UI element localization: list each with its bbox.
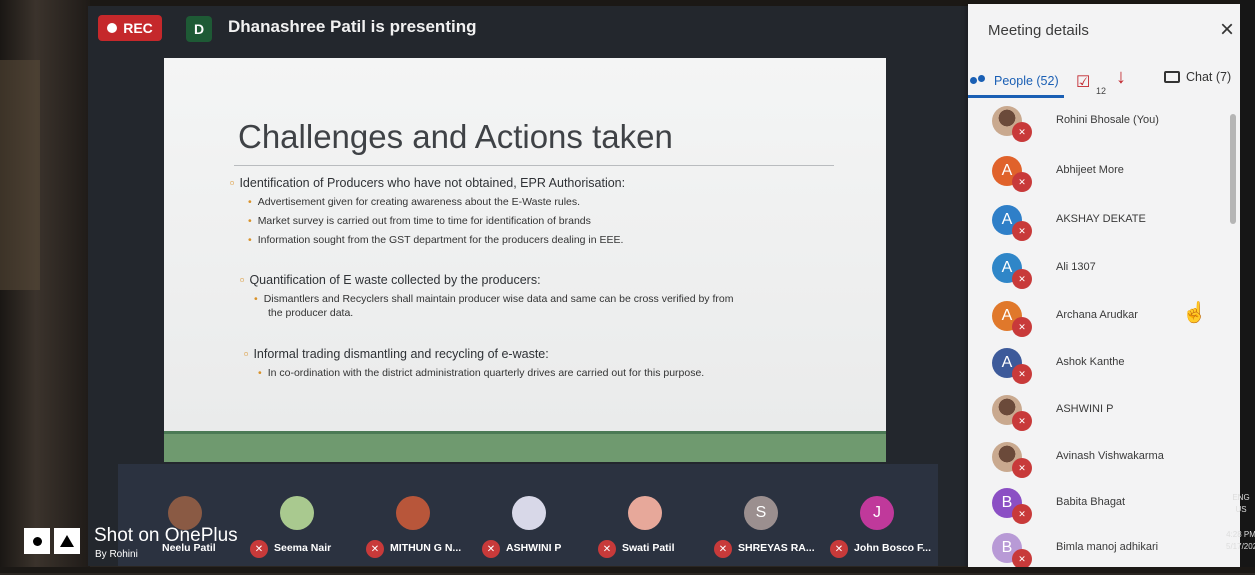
active-tab-underline [968, 95, 1064, 98]
tab-people[interactable]: People (52) [968, 64, 1066, 98]
person-name: Archana Arudkar [1056, 309, 1138, 321]
muted-mic-icon: ✕ [714, 540, 732, 558]
muted-mic-icon: ✕ [1012, 504, 1032, 524]
participant-tile[interactable]: ✕ MITHUN G N... [366, 492, 466, 562]
participant-avatar [628, 496, 662, 530]
person-name: AKSHAY DEKATE [1056, 213, 1146, 225]
arrow-down-icon[interactable]: ↓ [1116, 66, 1126, 89]
participant-avatar: S [744, 496, 778, 530]
tab-tasks-count: 12 [1096, 86, 1107, 96]
participant-name: SHREYAS RA... [738, 542, 815, 554]
tab-tasks-icon[interactable]: ☑ [1076, 72, 1090, 92]
person-name: Abhijeet More [1056, 164, 1124, 176]
participant-tile[interactable]: ✕ Swati Patil [598, 492, 698, 562]
slide-heading-3: ▫ Informal trading dismantling and recycl… [244, 347, 549, 361]
muted-mic-icon: ✕ [482, 540, 500, 558]
person-name: ASHWINI P [1056, 403, 1114, 415]
slide-title: Challenges and Actions taken [238, 118, 673, 155]
photo-frame-bottom [0, 567, 1255, 573]
slide-heading-1: ▫ Identification of Producers who have no… [230, 176, 626, 190]
muted-mic-icon: ✕ [250, 540, 268, 558]
watermark-author: By Rohini [95, 549, 138, 560]
muted-mic-icon: ✕ [1012, 549, 1032, 569]
participant-avatar [512, 496, 546, 530]
watermark-brand: Shot on OnePlus [94, 525, 238, 546]
participant-avatar [280, 496, 314, 530]
person-row[interactable]: ✕ Rohini Bhosale (You) [968, 102, 1230, 148]
muted-mic-icon: ✕ [1012, 269, 1032, 289]
person-name: Avinash Vishwakarma [1056, 450, 1164, 462]
tab-chat[interactable]: Chat (7) [1164, 70, 1231, 84]
taskbar-lang[interactable]: ENG [1226, 493, 1255, 502]
muted-mic-icon: ✕ [1012, 458, 1032, 478]
participant-avatar: J [860, 496, 894, 530]
person-row[interactable]: ✕ ASHWINI P [968, 391, 1230, 437]
taskbar-date: 5/17/202 [1226, 542, 1255, 551]
record-dot-icon [107, 23, 118, 33]
participant-name: MITHUN G N... [390, 542, 462, 554]
people-icon [970, 75, 988, 87]
close-icon[interactable]: × [1220, 16, 1234, 44]
presenter-label: Dhanashree Patil is presenting [228, 17, 477, 36]
meeting-details-panel: Meeting details × People (52) ☑ 12 ↓ Cha… [968, 4, 1240, 570]
tab-people-label: People (52) [994, 74, 1059, 88]
participant-avatar [396, 496, 430, 530]
slide-point: • Market survey is carried out from time … [248, 215, 591, 227]
person-row[interactable]: ✕ Avinash Vishwakarma [968, 438, 1230, 484]
person-row[interactable]: A ✕ Ashok Kanthe [968, 344, 1230, 390]
participant-tile[interactable]: ✕ ASHWINI P [482, 492, 582, 562]
person-name: Ali 1307 [1056, 261, 1096, 273]
meeting-stage: REC D Dhanashree Patil is presenting Cha… [88, 6, 968, 566]
muted-mic-icon: ✕ [1012, 172, 1032, 192]
muted-mic-icon: ✕ [1012, 411, 1032, 431]
participant-tile[interactable]: ✕ Seema Nair [250, 492, 350, 562]
panel-title: Meeting details [988, 22, 1089, 39]
recording-label: REC [123, 20, 153, 36]
presenter-avatar: D [186, 16, 212, 42]
person-row[interactable]: A ✕ AKSHAY DEKATE [968, 201, 1230, 247]
participant-tile[interactable]: S ✕ SHREYAS RA... [714, 492, 815, 562]
muted-mic-icon: ✕ [1012, 364, 1032, 384]
slide-divider [234, 165, 834, 166]
slide-point: • Information sought from the GST departm… [248, 234, 624, 246]
person-name: Babita Bhagat [1056, 496, 1126, 508]
os-taskbar [1240, 0, 1255, 573]
participant-name: Swati Patil [622, 542, 675, 554]
slide-footer-band [164, 434, 886, 462]
presentation-slide: Challenges and Actions taken ▫ Identifica… [164, 58, 886, 462]
participant-name: John Bosco F... [854, 542, 932, 554]
tab-chat-label: Chat (7) [1186, 70, 1232, 84]
person-name: Bimla manoj adhikari [1056, 541, 1159, 553]
background-object [0, 60, 40, 290]
person-row[interactable]: B ✕ Babita Bhagat [968, 484, 1230, 530]
slide-heading-2: ▫ Quantification of E waste collected by … [240, 273, 541, 287]
recording-badge: REC [98, 15, 162, 41]
slide-point: • Dismantlers and Recyclers shall maintai… [254, 293, 734, 305]
muted-mic-icon: ✕ [1012, 221, 1032, 241]
panel-scrollbar[interactable] [1230, 114, 1236, 224]
slide-point: the producer data. [268, 307, 354, 319]
person-row[interactable]: A ✕ Ali 1307 [968, 249, 1230, 295]
hand-cursor-icon: ☝ [1182, 302, 1207, 324]
meeting-topbar: REC D Dhanashree Patil is presenting [88, 6, 968, 46]
muted-mic-icon: ✕ [830, 540, 848, 558]
person-row[interactable]: A ✕ Abhijeet More [968, 152, 1230, 198]
taskbar-time[interactable]: 4:28 PM [1226, 530, 1255, 539]
participant-strip: Neelu Patil ✕ Seema Nair ✕ MITHUN G N...… [118, 464, 938, 566]
participant-name: ASHWINI P [506, 542, 562, 554]
person-name: Rohini Bhosale (You) [1056, 114, 1159, 126]
muted-mic-icon: ✕ [366, 540, 384, 558]
oneplus-logo-icon [24, 528, 82, 554]
muted-mic-icon: ✕ [1012, 317, 1032, 337]
muted-mic-icon: ✕ [1012, 122, 1032, 142]
person-name: Ashok Kanthe [1056, 356, 1125, 368]
participant-name: Seema Nair [274, 542, 332, 554]
muted-mic-icon: ✕ [598, 540, 616, 558]
slide-point: • In co-ordination with the district admi… [258, 367, 705, 379]
participant-tile[interactable]: J ✕ John Bosco F... [830, 492, 932, 562]
chat-icon [1164, 71, 1180, 83]
taskbar-region: US [1235, 505, 1247, 514]
slide-point: • Advertisement given for creating awaren… [248, 196, 581, 208]
